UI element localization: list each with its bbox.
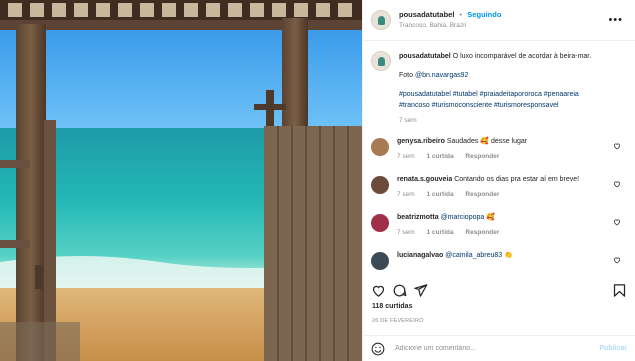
more-options-icon[interactable]: ••• (604, 14, 627, 26)
bookmark-icon[interactable] (612, 283, 627, 298)
comment-likes[interactable]: 1 curtida (427, 191, 454, 198)
comment-text: 🥰 (486, 214, 495, 221)
comment-mention[interactable]: @camila_abreu83 (445, 252, 502, 259)
comments-scroll-area[interactable]: pousadatutabel O luxo incomparável de ac… (363, 41, 635, 279)
reply-button[interactable]: Responder (465, 153, 499, 160)
comment-text: 👏 (504, 252, 513, 259)
avatar[interactable] (371, 51, 391, 71)
separator-dot: • (459, 10, 463, 19)
location-link[interactable]: Trancoso, Bahia, Brazil (399, 20, 604, 31)
caption-time: 7 sem (399, 117, 417, 124)
comment-mention[interactable]: @marciopopa (441, 214, 485, 221)
avatar[interactable] (371, 176, 389, 194)
heart-icon[interactable] (613, 142, 621, 150)
header-username[interactable]: pousadatutabel (399, 10, 454, 19)
post-side-panel: pousadatutabel • Seguindo Trancoso, Bahi… (362, 0, 635, 361)
photo-credit-prefix: Foto (399, 72, 414, 79)
action-bar (363, 280, 635, 300)
following-button[interactable]: Seguindo (467, 10, 501, 19)
comment-time: 7 sem (397, 153, 415, 160)
comment-username[interactable]: beatrizmotta (397, 214, 439, 221)
comment-item: lucianagalvao @camila_abreu83 👏 (363, 250, 635, 270)
comment-username[interactable]: genysa.ribeiro (397, 138, 445, 145)
beach-gate-photo (0, 0, 362, 361)
comment-icon[interactable] (392, 283, 407, 298)
caption: pousadatutabel O luxo incomparável de ac… (363, 41, 635, 132)
hashtags-line-1[interactable]: #pousadatutabel #tutabel #praiadeitaporo… (399, 89, 627, 100)
caption-text: O luxo incomparável de acordar à beira-m… (452, 53, 592, 60)
post-header: pousadatutabel • Seguindo Trancoso, Bahi… (363, 0, 635, 41)
heart-icon[interactable] (613, 180, 621, 188)
comment-item: beatrizmotta @marciopopa 🥰 7 sem 1 curti… (363, 212, 635, 238)
likes-count[interactable]: 118 curtidas (372, 303, 412, 310)
avatar[interactable] (371, 138, 389, 156)
comment-likes[interactable]: 1 curtida (427, 153, 454, 160)
comment-likes[interactable]: 1 curtida (427, 229, 454, 236)
avatar[interactable] (371, 214, 389, 232)
comment-text: Saudades 🥰 desse lugar (446, 138, 528, 145)
share-icon[interactable] (413, 283, 428, 298)
post-date[interactable]: 26 DE FEVEREIRO (372, 318, 424, 324)
add-comment-bar: Publicar (363, 335, 635, 361)
photo-credit-mention[interactable]: @bn.navargas92 (415, 72, 468, 79)
comment-text: Contando os dias pra estar aí em breve! (454, 176, 580, 183)
heart-icon[interactable] (613, 218, 621, 226)
post-photo[interactable] (0, 0, 362, 361)
hashtags-line-2[interactable]: #trancoso #turismoconsciente #turismores… (399, 100, 627, 111)
heart-icon[interactable] (613, 256, 621, 264)
reply-button[interactable]: Responder (465, 191, 499, 198)
comment-username[interactable]: lucianagalvao (397, 252, 443, 259)
comment-item: genysa.ribeiro Saudades 🥰 desse lugar 7 … (363, 136, 635, 162)
publish-button[interactable]: Publicar (599, 345, 627, 352)
comment-time: 7 sem (397, 229, 415, 236)
comment-input[interactable] (393, 344, 600, 353)
post-dialog: pousadatutabel • Seguindo Trancoso, Bahi… (0, 0, 635, 361)
comment-item: renata.s.gouveia Contando os dias pra es… (363, 174, 635, 200)
caption-username[interactable]: pousadatutabel (399, 53, 451, 60)
reply-button[interactable]: Responder (465, 229, 499, 236)
comment-username[interactable]: renata.s.gouveia (397, 176, 452, 183)
emoji-icon[interactable] (371, 342, 385, 356)
avatar[interactable] (371, 252, 389, 270)
comment-time: 7 sem (397, 191, 415, 198)
avatar[interactable] (371, 10, 391, 30)
heart-icon[interactable] (371, 283, 386, 298)
